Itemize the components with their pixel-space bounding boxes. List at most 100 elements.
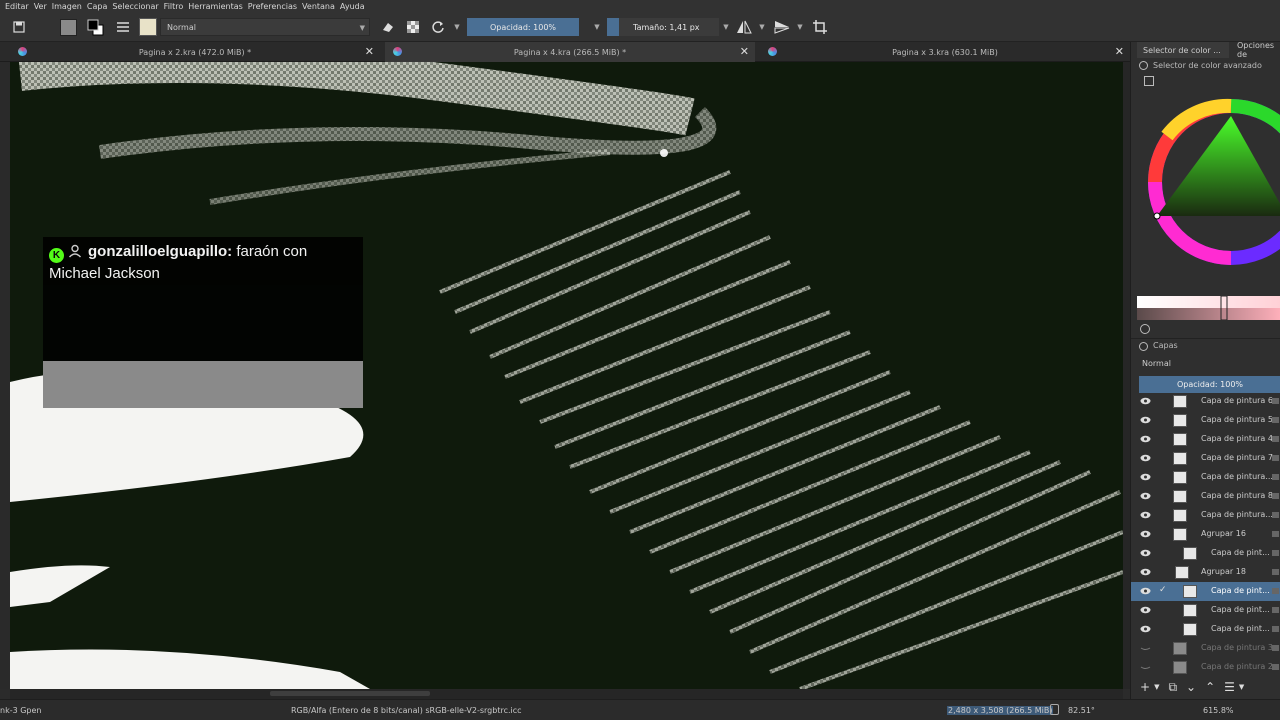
layer-row[interactable]: Capa de pintura 5 bbox=[1131, 411, 1280, 430]
crop-icon[interactable] bbox=[811, 18, 829, 36]
layers-blend-mode-select[interactable]: Normal bbox=[1137, 355, 1280, 371]
move-up-icon[interactable]: ⌃ bbox=[1205, 680, 1215, 694]
lock-icon[interactable] bbox=[1272, 531, 1279, 537]
save-icon[interactable] bbox=[10, 18, 28, 36]
layer-row[interactable]: Capa de pintura... bbox=[1131, 468, 1280, 487]
menu-settings[interactable]: Preferencias bbox=[248, 2, 302, 11]
lock-icon[interactable] bbox=[1272, 436, 1279, 442]
lock-icon[interactable] bbox=[1272, 474, 1279, 480]
eraser-icon[interactable] bbox=[380, 18, 396, 36]
fg-bg-color-icon[interactable] bbox=[85, 18, 107, 36]
lock-icon[interactable] bbox=[1272, 512, 1279, 518]
add-layer-icon[interactable]: + bbox=[1140, 680, 1150, 694]
chevron-down-icon[interactable]: ▼ bbox=[1154, 683, 1159, 691]
lock-icon[interactable] bbox=[1272, 455, 1279, 461]
lock-icon[interactable] bbox=[1272, 569, 1279, 575]
menu-filter[interactable]: Filtro bbox=[164, 2, 189, 11]
reload-preset-icon[interactable] bbox=[429, 18, 447, 36]
menu-tools[interactable]: Herramientas bbox=[188, 2, 248, 11]
chevron-down-icon[interactable]: ▼ bbox=[592, 18, 602, 36]
layer-row[interactable]: Capa de pint... bbox=[1131, 544, 1280, 563]
opacity-slider[interactable]: Opacidad: 100% bbox=[467, 18, 579, 36]
move-down-icon[interactable]: ⌄ bbox=[1186, 680, 1196, 694]
tab-pagina-3[interactable]: Pagina x 3.kra (630.1 MiB) ✕ bbox=[760, 42, 1130, 62]
lock-icon[interactable] bbox=[1272, 626, 1279, 632]
tab-pagina-4[interactable]: Pagina x 4.kra (266.5 MiB) * ✕ bbox=[385, 42, 755, 62]
eye-icon[interactable] bbox=[1140, 624, 1151, 634]
layer-row[interactable]: Capa de pintura 8 bbox=[1131, 487, 1280, 506]
lock-icon[interactable] bbox=[1272, 588, 1279, 594]
brush-size-slider[interactable]: Tamaño: 1,41 px bbox=[607, 18, 719, 36]
brush-settings-icon[interactable] bbox=[114, 18, 132, 36]
lock-icon[interactable] bbox=[1272, 550, 1279, 556]
alpha-lock-icon[interactable] bbox=[404, 18, 422, 36]
scrollbar-thumb[interactable] bbox=[270, 691, 430, 696]
close-icon[interactable]: ✕ bbox=[1115, 45, 1124, 58]
layer-row-selected[interactable]: ✓ Capa de pint... bbox=[1131, 582, 1280, 601]
layer-row-hidden[interactable]: Capa de pintura 3 bbox=[1131, 639, 1280, 658]
layer-row[interactable]: Capa de pintura... bbox=[1131, 506, 1280, 525]
menu-edit[interactable]: Editar bbox=[0, 2, 34, 11]
eye-icon[interactable] bbox=[1140, 586, 1151, 596]
close-icon[interactable]: ✕ bbox=[365, 45, 374, 58]
menu-select[interactable]: Seleccionar bbox=[112, 2, 163, 11]
layer-group-row[interactable]: Agrupar 18 bbox=[1131, 563, 1280, 582]
settings-icon[interactable] bbox=[1144, 76, 1154, 86]
eye-icon[interactable] bbox=[1140, 415, 1151, 425]
layer-row[interactable]: Capa de pintura 4 bbox=[1131, 430, 1280, 449]
lock-icon[interactable] bbox=[1272, 398, 1279, 404]
layer-group-row[interactable]: Agrupar 16 bbox=[1131, 525, 1280, 544]
menu-window[interactable]: Ventana bbox=[302, 2, 340, 11]
eye-icon[interactable] bbox=[1140, 548, 1151, 558]
layer-row-hidden[interactable]: Capa de pintura 2 bbox=[1131, 658, 1280, 676]
chevron-down-icon[interactable]: ▼ bbox=[721, 18, 731, 36]
eye-icon[interactable] bbox=[1140, 472, 1151, 482]
eye-icon[interactable] bbox=[1140, 529, 1151, 539]
tab-pagina-2[interactable]: Pagina x 2.kra (472.0 MiB) * ✕ bbox=[10, 42, 380, 62]
lock-icon[interactable] bbox=[1272, 417, 1279, 423]
menu-help[interactable]: Ayuda bbox=[340, 2, 370, 11]
selection-icon[interactable] bbox=[1050, 704, 1059, 715]
eye-icon[interactable] bbox=[1140, 434, 1151, 444]
color-wheel[interactable] bbox=[1137, 96, 1280, 274]
tab-tool-options[interactable]: Opciones de bbox=[1231, 41, 1280, 59]
tab-color-selector[interactable]: Selector de color ... bbox=[1137, 42, 1229, 58]
layers-opacity-slider[interactable]: Opacidad: 100% bbox=[1139, 376, 1280, 393]
layer-row[interactable]: Capa de pint... bbox=[1131, 620, 1280, 639]
lock-icon[interactable] bbox=[1272, 645, 1279, 651]
refresh-icon[interactable] bbox=[1140, 324, 1150, 334]
rotation-value[interactable]: 82.51° bbox=[1068, 706, 1095, 715]
fill-pattern-icon[interactable] bbox=[59, 18, 77, 36]
layer-row[interactable]: Capa de pintura 6 bbox=[1131, 392, 1280, 411]
close-icon[interactable]: ✕ bbox=[740, 45, 749, 58]
chevron-down-icon[interactable]: ▼ bbox=[452, 18, 462, 36]
lock-icon[interactable] bbox=[1272, 493, 1279, 499]
eye-icon[interactable] bbox=[1140, 396, 1151, 406]
eye-closed-icon[interactable] bbox=[1140, 643, 1151, 653]
color-sliders[interactable] bbox=[1137, 296, 1280, 320]
chevron-down-icon[interactable]: ▼ bbox=[795, 18, 805, 36]
lock-icon[interactable] bbox=[1272, 664, 1279, 670]
horizontal-scrollbar[interactable] bbox=[10, 689, 1123, 699]
eye-icon[interactable] bbox=[1140, 567, 1151, 577]
chevron-down-icon[interactable]: ▼ bbox=[757, 18, 767, 36]
menu-image[interactable]: Imagen bbox=[52, 2, 87, 11]
brush-preset-icon[interactable] bbox=[139, 18, 157, 36]
eye-closed-icon[interactable] bbox=[1140, 662, 1151, 672]
eye-icon[interactable] bbox=[1140, 491, 1151, 501]
menu-layer[interactable]: Capa bbox=[87, 2, 112, 11]
mirror-vertical-icon[interactable] bbox=[773, 18, 791, 36]
chevron-down-icon[interactable]: ▼ bbox=[1239, 683, 1244, 691]
duplicate-layer-icon[interactable]: ⧉ bbox=[1168, 680, 1177, 695]
eye-icon[interactable] bbox=[1140, 453, 1151, 463]
layer-row[interactable]: Capa de pintura 7 bbox=[1131, 449, 1280, 468]
mirror-horizontal-icon[interactable] bbox=[735, 18, 753, 36]
menu-view[interactable]: Ver bbox=[34, 2, 52, 11]
layer-row[interactable]: Capa de pint... bbox=[1131, 601, 1280, 620]
eye-icon[interactable] bbox=[1140, 605, 1151, 615]
blend-mode-select[interactable]: Normal ▼ bbox=[160, 18, 370, 36]
layer-properties-icon[interactable]: ☰ bbox=[1224, 680, 1235, 694]
eye-icon[interactable] bbox=[1140, 510, 1151, 520]
vertical-scrollbar[interactable] bbox=[1123, 62, 1130, 689]
zoom-value[interactable]: 615.8% bbox=[1203, 706, 1234, 715]
